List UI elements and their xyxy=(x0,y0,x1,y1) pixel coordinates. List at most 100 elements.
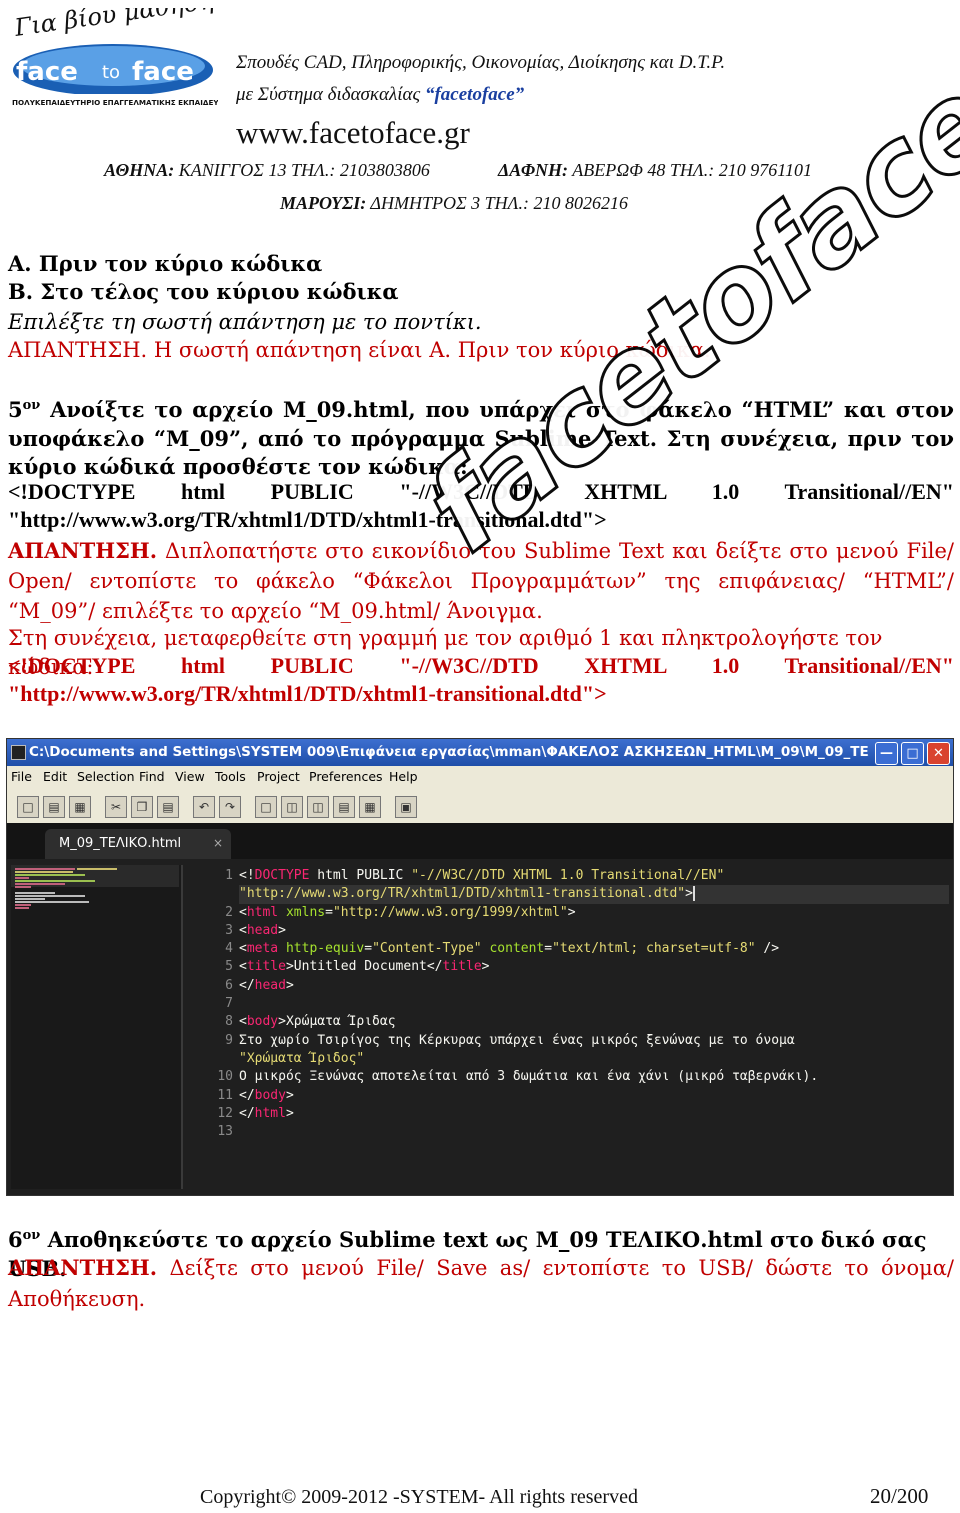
code-line[interactable]: </body> xyxy=(239,1087,949,1105)
answer-2-label: ΑΠΑΝΤΗΣΗ. xyxy=(8,538,158,563)
menu-find[interactable]: Find xyxy=(139,769,165,784)
code-editor[interactable]: <!DOCTYPE html PUBLIC "-//W3C//DTD XHTML… xyxy=(239,867,949,1141)
header-brand: “facetoface” xyxy=(424,84,525,105)
line-number: 1 xyxy=(225,868,233,883)
step-5-sup: ον xyxy=(22,398,41,413)
code-line[interactable]: </html> xyxy=(239,1105,949,1123)
close-window-icon[interactable]: ✕ xyxy=(927,742,950,765)
header-line-1: Σπουδές CAD, Πληροφορικής, Οικονομίας, Δ… xyxy=(236,52,726,73)
new-file-icon[interactable]: □ xyxy=(17,796,39,818)
code-line[interactable]: </head> xyxy=(239,977,949,995)
window-titlebar: C:\Documents and Settings\SYSTEM 009\Επι… xyxy=(7,739,953,766)
menu-bar: File Edit Selection Find View Tools Proj… xyxy=(7,766,953,788)
answer-3: ΑΠΑΝΤΗΣΗ. Δείξτε στο μενού File/ Save as… xyxy=(8,1252,954,1315)
tab-close-icon[interactable]: × xyxy=(213,836,223,850)
text-cursor xyxy=(692,886,695,902)
header-line-2: με Σύστημα διδασκαλίας “facetoface” xyxy=(236,84,524,106)
line-number: 13 xyxy=(217,1124,233,1140)
footer-page-number: 20/200 xyxy=(870,1484,929,1508)
minimize-icon[interactable]: — xyxy=(875,742,898,765)
code-line[interactable]: "http://www.w3.org/TR/xhtml1/DTD/xhtml1-… xyxy=(239,885,949,904)
window-title: C:\Documents and Settings\SYSTEM 009\Επι… xyxy=(29,744,869,760)
code-line[interactable]: <body>Χρώματα Ίριδας xyxy=(239,1013,949,1031)
layout-rows-icon[interactable]: ▤ xyxy=(333,796,355,818)
menu-edit[interactable]: Edit xyxy=(43,769,67,784)
line-number: 4 xyxy=(225,941,233,957)
layout-columns-3-icon[interactable]: ◫ xyxy=(307,796,329,818)
sublime-text-window: C:\Documents and Settings\SYSTEM 009\Επι… xyxy=(6,738,954,1196)
facetoface-logo: Για βίου μάθηση face to face ΠΟΛΥΚΕΠΑΙΔΕ… xyxy=(8,0,235,110)
address-marousi-text: ΔΗΜΗΤΡΟΣ 3 ΤΗΛ.: 210 8026216 xyxy=(366,193,629,213)
save-icon[interactable]: ▦ xyxy=(69,796,91,818)
minimap-preview xyxy=(15,868,117,909)
header-address-row-1: ΑΘΗΝΑ: ΚΑΝΙΓΓΟΣ 13 ΤΗΛ.: 2103803806 xyxy=(104,160,430,181)
paste-icon[interactable]: ▤ xyxy=(157,796,179,818)
redo-icon[interactable]: ↷ xyxy=(219,796,241,818)
svg-text:face: face xyxy=(132,57,194,87)
step-5-number: 5 xyxy=(8,397,23,422)
code-line[interactable] xyxy=(239,995,949,1013)
tab-m09-final[interactable]: M_09_ΤΕΛΙΚΟ.html × xyxy=(45,829,231,859)
code-line[interactable]: <head> xyxy=(239,922,949,940)
code-line[interactable]: <html xmlns="http://www.w3.org/1999/xhtm… xyxy=(239,904,949,922)
line-number-gutter: 1 2 3 4 5 6 7 8 9 10 11 12 13 xyxy=(187,867,233,1141)
doctype-line-2: <!DOCTYPE html PUBLIC "-//W3C//DTD XHTML… xyxy=(8,653,954,678)
address-athens-label: ΑΘΗΝΑ: xyxy=(104,160,175,180)
menu-tools[interactable]: Tools xyxy=(215,769,246,784)
answer-1: ΑΠΑΝΤΗΣΗ. Η σωστή απάντηση είναι Α. Πριν… xyxy=(8,338,711,362)
svg-text:face: face xyxy=(16,57,78,87)
toolbar: □ ▤ ▦ ✂ ❐ ▤ ↶ ↷ □ ◫ ◫ ▤ ▦ ▣ xyxy=(7,788,953,824)
header-address-row-3: ΜΑΡΟΥΣΙ: ΔΗΜΗΤΡΟΣ 3 ΤΗΛ.: 210 8026216 xyxy=(280,193,628,214)
address-athens-text: ΚΑΝΙΓΓΟΣ 13 ΤΗΛ.: 2103803806 xyxy=(174,160,430,180)
line-number: 5 xyxy=(225,959,233,975)
tab-strip: M_09_ΤΕΛΙΚΟ.html × xyxy=(7,823,953,859)
open-file-icon[interactable]: ▤ xyxy=(43,796,65,818)
doctype-url-2: "http://www.w3.org/TR/xhtml1/DTD/xhtml1-… xyxy=(8,681,607,706)
line-number: 9 xyxy=(225,1032,233,1048)
sublime-app-icon xyxy=(11,745,26,760)
header-line-2-prefix: με Σύστημα διδασκαλίας xyxy=(236,84,425,105)
tab-label: M_09_ΤΕΛΙΚΟ.html xyxy=(59,836,182,851)
code-line[interactable]: <!DOCTYPE html PUBLIC "-//W3C//DTD XHTML… xyxy=(239,867,949,885)
code-line[interactable] xyxy=(239,1123,949,1141)
svg-text:ΠΟΛΥΚΕΠΑΙΔΕΥΤΗΡΙΟ ΕΠΑΓΓΕΛΜΑΤΙΚ: ΠΟΛΥΚΕΠΑΙΔΕΥΤΗΡΙΟ ΕΠΑΓΓΕΛΜΑΤΙΚΗΣ ΕΚΠΑΙΔΕ… xyxy=(12,98,218,107)
line-number: 3 xyxy=(225,922,233,938)
copy-icon[interactable]: ❐ xyxy=(131,796,153,818)
line-number xyxy=(187,885,233,903)
line-number: 10 xyxy=(217,1069,233,1085)
line-number: 6 xyxy=(225,977,233,993)
layout-single-icon[interactable]: □ xyxy=(255,796,277,818)
menu-project[interactable]: Project xyxy=(257,769,300,784)
line-number: 8 xyxy=(225,1014,233,1030)
line-number: 2 xyxy=(225,904,233,920)
undo-icon[interactable]: ↶ xyxy=(193,796,215,818)
line-number: 12 xyxy=(217,1105,233,1121)
menu-file[interactable]: File xyxy=(11,769,32,784)
cut-icon[interactable]: ✂ xyxy=(105,796,127,818)
menu-selection[interactable]: Selection xyxy=(77,769,135,784)
code-line[interactable]: Ο μικρός Ξενώνας αποτελείται από 3 δωμάτ… xyxy=(239,1068,949,1086)
answer-3-label: ΑΠΑΝΤΗΣΗ. xyxy=(8,1255,158,1280)
step-6-number: 6 xyxy=(8,1227,23,1252)
address-dafni-label: ΔΑΦΝΗ: xyxy=(498,160,569,180)
minimap[interactable] xyxy=(11,865,183,1189)
layout-grid-icon[interactable]: ▦ xyxy=(359,796,381,818)
menu-preferences[interactable]: Preferences xyxy=(309,769,383,784)
layout-columns-2-icon[interactable]: ◫ xyxy=(281,796,303,818)
line-number: 11 xyxy=(217,1087,233,1103)
header-address-row-2: ΔΑΦΝΗ: ΑΒΕΡΩΦ 48 ΤΗΛ.: 210 9761101 xyxy=(498,160,812,181)
code-line[interactable]: "Χρώματα Ίριδος" xyxy=(239,1050,949,1068)
menu-help[interactable]: Help xyxy=(389,769,418,784)
menu-view[interactable]: View xyxy=(175,769,205,784)
code-line[interactable]: <meta http-equiv="Content-Type" content=… xyxy=(239,940,949,958)
svg-text:to: to xyxy=(102,62,120,83)
code-line[interactable]: Στο χωρίο Τσιρίγος της Κέρκυρας υπάρχει … xyxy=(239,1032,949,1050)
code-line[interactable]: <title>Untitled Document</title> xyxy=(239,958,949,976)
line-number: 7 xyxy=(225,996,233,1012)
line-number xyxy=(187,1050,233,1068)
svg-text:Για βίου μάθηση: Για βίου μάθηση xyxy=(12,8,217,42)
maximize-icon[interactable]: □ xyxy=(901,742,924,765)
header-url[interactable]: www.facetoface.gr xyxy=(236,115,470,151)
fullscreen-icon[interactable]: ▣ xyxy=(395,796,417,818)
step-6-sup: ον xyxy=(22,1228,41,1243)
